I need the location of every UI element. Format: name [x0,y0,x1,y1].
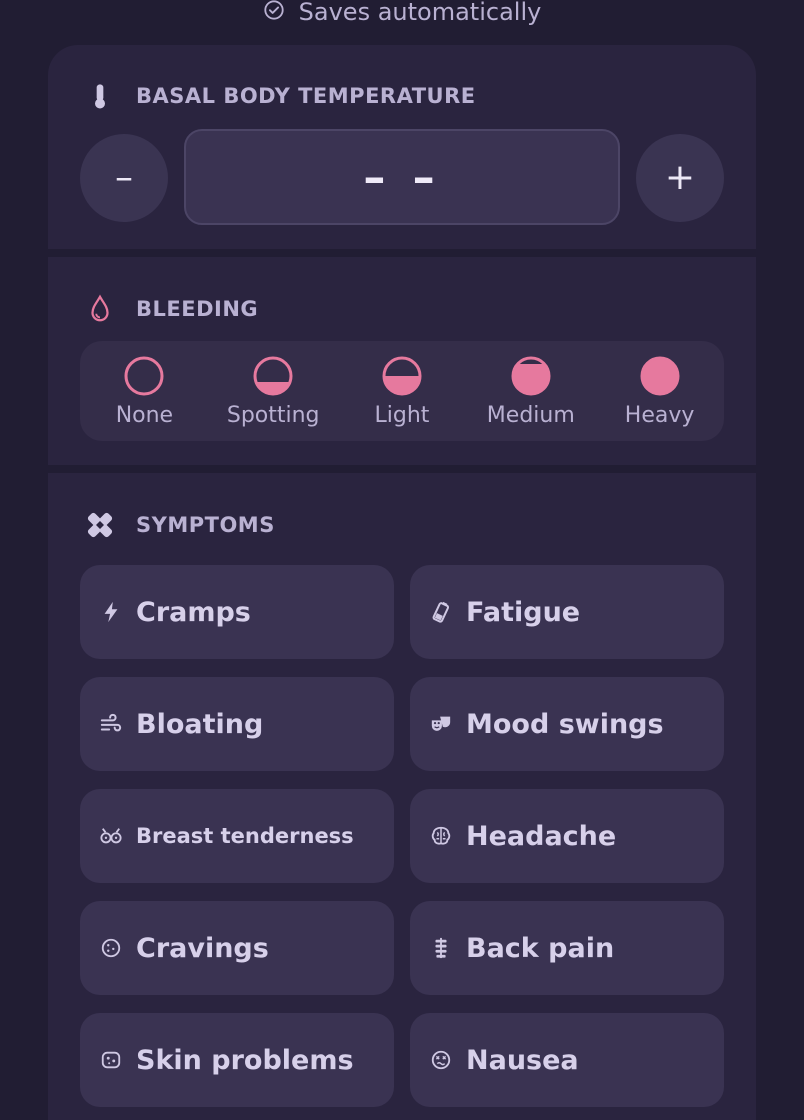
skin-icon [100,1049,122,1071]
increment-button[interactable]: + [636,134,724,222]
bleeding-option-label: Spotting [226,403,320,428]
bleeding-option-label: Heavy [624,403,695,428]
flow-light-icon [382,356,422,396]
thermometer-icon [84,80,116,112]
brain-icon [430,825,452,847]
flow-medium-icon [511,356,551,396]
symptom-label: Cramps [136,596,251,628]
bleeding-options: None Spotting Light Medium Heavy [80,341,724,441]
check-circle-icon [263,0,285,25]
symptom-bloating[interactable]: Bloating [80,677,394,771]
temperature-section: BASAL BODY TEMPERATURE – – – + [48,45,756,249]
bleeding-option-heavy[interactable]: Heavy [595,341,724,441]
cookie-icon [100,937,122,959]
symptoms-grid: Cramps Fatigue Bloating Mood swings Brea… [80,565,724,1107]
bleeding-option-label: None [115,403,174,428]
flow-none-icon [124,356,164,396]
dizzy-face-icon [430,1049,452,1071]
autosave-status: Saves automatically [0,0,804,24]
symptom-label: Skin problems [136,1044,354,1076]
flow-spotting-icon [253,356,293,396]
bleeding-option-medium[interactable]: Medium [466,341,595,441]
spine-icon [430,937,452,959]
symptom-label: Fatigue [466,596,581,628]
temperature-header: BASAL BODY TEMPERATURE [84,80,476,112]
symptom-back-pain[interactable]: Back pain [410,901,724,995]
symptom-breast-tenderness[interactable]: Breast tenderness [80,789,394,883]
symptoms-section: SYMPTOMS Cramps Fatigue Bloating Mood sw… [48,473,756,1120]
masks-icon [430,713,452,735]
symptom-headache[interactable]: Headache [410,789,724,883]
bleeding-title: BLEEDING [136,297,259,321]
symptom-label: Nausea [466,1044,579,1076]
bandage-icon [84,509,116,541]
symptom-label: Back pain [466,932,615,964]
symptom-cramps[interactable]: Cramps [80,565,394,659]
symptom-label: Cravings [136,932,269,964]
bleeding-section: BLEEDING None Spotting Light Medium Heav… [48,257,756,465]
bleeding-option-light[interactable]: Light [338,341,467,441]
bleeding-header: BLEEDING [84,293,258,325]
temperature-input[interactable]: – – [184,129,620,225]
symptom-skin-problems[interactable]: Skin problems [80,1013,394,1107]
symptom-mood-swings[interactable]: Mood swings [410,677,724,771]
symptom-label: Breast tenderness [136,824,354,848]
symptom-label: Bloating [136,708,264,740]
breast-icon [100,825,122,847]
symptoms-title: SYMPTOMS [136,513,275,537]
wind-icon [100,713,122,735]
symptoms-header: SYMPTOMS [84,509,275,541]
bolt-icon [100,601,122,623]
bleeding-option-label: Medium [486,403,575,428]
bleeding-option-spotting[interactable]: Spotting [209,341,338,441]
symptom-label: Mood swings [466,708,664,740]
decrement-button[interactable]: – [80,134,168,222]
temperature-title: BASAL BODY TEMPERATURE [136,84,476,108]
battery-low-icon [430,601,452,623]
autosave-text: Saves automatically [298,0,542,26]
flow-heavy-icon [640,356,680,396]
symptom-cravings[interactable]: Cravings [80,901,394,995]
bleeding-option-label: Light [374,403,430,428]
symptom-label: Headache [466,820,617,852]
symptom-fatigue[interactable]: Fatigue [410,565,724,659]
bleeding-option-none[interactable]: None [80,341,209,441]
droplet-icon [84,293,116,325]
symptom-nausea[interactable]: Nausea [410,1013,724,1107]
